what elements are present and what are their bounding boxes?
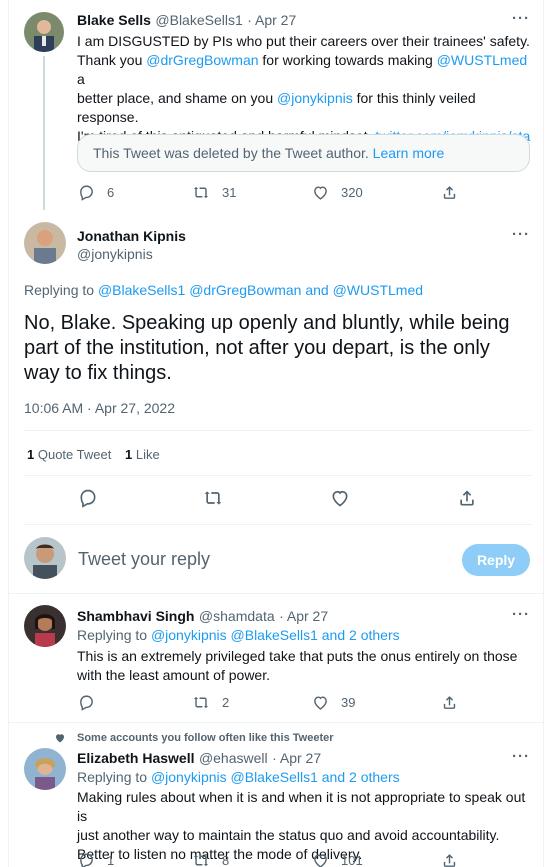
like-icon	[312, 694, 329, 711]
tweet-text: This is an extremely privileged take tha…	[77, 648, 518, 683]
author-handle[interactable]: @BlakeSells1	[155, 12, 242, 28]
replying-to: Replying to @jonykipnis @BlakeSells1 and…	[77, 627, 400, 643]
social-context: Some accounts you follow often like this…	[77, 732, 334, 744]
thread-line	[43, 56, 45, 210]
author-handle[interactable]: @ehaswell	[199, 750, 268, 766]
right-border	[543, 0, 544, 867]
author-name[interactable]: Shambhavi Singh	[77, 608, 194, 624]
replying-to: Replying to @jonykipnis @BlakeSells1 and…	[77, 769, 400, 785]
mention-link[interactable]: @drGregBowman	[146, 52, 258, 68]
like-icon	[312, 184, 329, 201]
retweet-icon	[192, 184, 210, 201]
divider	[24, 430, 532, 431]
share-icon	[441, 694, 458, 711]
retweet-button[interactable]: 31	[192, 184, 236, 201]
reply-button[interactable]: 1	[78, 852, 114, 867]
divider	[9, 722, 543, 723]
like-button[interactable]	[330, 488, 350, 508]
avatar-elizabeth[interactable]	[24, 748, 66, 790]
retweet-icon	[192, 694, 210, 711]
learn-more-link[interactable]: Learn more	[373, 145, 445, 161]
retweet-icon	[192, 852, 210, 867]
more-icon[interactable]: ···	[512, 10, 530, 27]
reply-button[interactable]	[78, 488, 98, 508]
mention-link[interactable]: @jonykipnis	[277, 90, 353, 106]
author-handle[interactable]: @shamdata	[199, 608, 275, 624]
replying-to-links[interactable]: @jonykipnis @BlakeSells1 and 2 others	[151, 627, 400, 643]
replying-to-links[interactable]: @BlakeSells1 @drGregBowman and @WUSTLmed	[98, 282, 423, 298]
like-button[interactable]: 39	[312, 694, 355, 711]
divider	[24, 524, 532, 525]
tweet-date[interactable]: · Apr 27	[247, 12, 296, 28]
divider	[24, 475, 532, 476]
main-tweet-text: No, Blake. Speaking up openly and bluntl…	[24, 312, 510, 384]
like-button[interactable]: 320	[312, 184, 363, 201]
share-icon	[457, 488, 477, 508]
reply-icon	[78, 488, 98, 508]
more-icon[interactable]: ···	[512, 748, 530, 765]
tweet-date[interactable]: · Apr 27	[279, 608, 328, 624]
retweet-icon	[203, 488, 223, 508]
author-handle[interactable]: @jonykipnis	[77, 246, 153, 262]
author-name[interactable]: Jonathan Kipnis	[77, 228, 186, 244]
author-name[interactable]: Elizabeth Haswell	[77, 750, 194, 766]
share-button[interactable]	[457, 488, 477, 508]
share-button[interactable]	[441, 184, 458, 201]
tweet-text: Making rules about when it is and when i…	[77, 789, 526, 862]
retweet-button[interactable]	[203, 488, 223, 508]
more-icon[interactable]: ···	[512, 606, 530, 623]
like-icon	[312, 852, 329, 867]
avatar-kipnis[interactable]	[24, 222, 66, 264]
share-button[interactable]	[441, 852, 458, 867]
tweet-date[interactable]: · Apr 27	[272, 750, 321, 766]
share-icon	[441, 184, 458, 201]
reply-submit-button[interactable]: Reply	[462, 544, 530, 576]
reply-icon	[78, 694, 95, 711]
more-icon[interactable]: ···	[512, 226, 530, 243]
retweet-button[interactable]: 2	[192, 694, 229, 711]
left-border	[8, 0, 9, 867]
quote-tweet-stat[interactable]: 1 Quote Tweet	[27, 447, 111, 462]
share-button[interactable]	[441, 694, 458, 711]
like-icon	[330, 488, 350, 508]
like-stat[interactable]: 1 Like	[125, 447, 160, 462]
retweet-button[interactable]: 8	[192, 852, 229, 867]
like-button[interactable]: 101	[312, 852, 363, 867]
avatar-shambhavi[interactable]	[24, 605, 66, 647]
deleted-tweet-notice: This Tweet was deleted by the Tweet auth…	[77, 134, 530, 172]
reply-icon	[78, 184, 95, 201]
share-icon	[441, 852, 458, 867]
timestamp[interactable]: 10:06 AM · Apr 27, 2022	[24, 400, 175, 416]
divider	[9, 593, 543, 594]
replying-to: Replying to @BlakeSells1 @drGregBowman a…	[24, 282, 424, 298]
reply-icon	[78, 852, 95, 867]
reply-input[interactable]: Tweet your reply	[78, 549, 210, 570]
replying-to-links[interactable]: @jonykipnis @BlakeSells1 and 2 others	[151, 769, 400, 785]
reply-button[interactable]: 6	[78, 184, 114, 201]
reply-button[interactable]	[78, 694, 95, 711]
heart-small-icon	[54, 731, 66, 743]
avatar-current-user[interactable]	[24, 537, 66, 579]
author-name[interactable]: Blake Sells	[77, 12, 151, 28]
avatar-blake[interactable]	[24, 12, 64, 52]
mention-link[interactable]: @WUSTLmed	[437, 52, 527, 68]
